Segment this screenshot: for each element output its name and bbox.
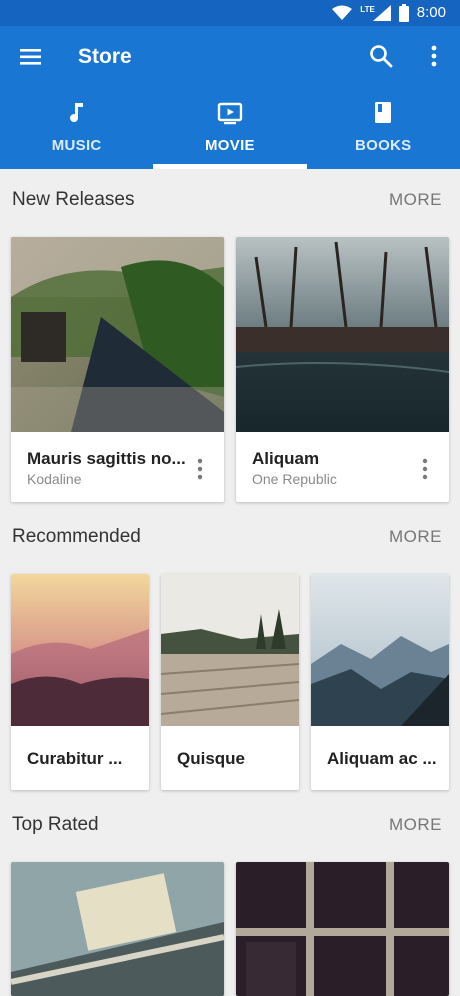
tv-play-icon — [217, 102, 243, 125]
movie-card[interactable]: Aliquam ac ... — [311, 574, 449, 790]
wooden-pier-photo — [161, 574, 299, 726]
card-subtitle: Kodaline — [27, 471, 82, 487]
misty-hills-photo — [11, 574, 149, 726]
movie-card[interactable]: Quisque — [161, 574, 299, 790]
card-title: Aliquam ac ... — [327, 749, 437, 768]
more-button[interactable]: MORE — [389, 815, 442, 835]
more-vert-icon[interactable] — [415, 457, 435, 481]
dock-photo — [236, 237, 449, 432]
tab-movie-label: MOVIE — [205, 137, 255, 154]
clock: 8:00 — [416, 4, 446, 21]
battery-icon — [398, 4, 409, 22]
more-button[interactable]: MORE — [389, 190, 442, 210]
card-title: Aliquam — [252, 449, 320, 468]
tab-music-label: MUSIC — [51, 137, 102, 154]
card-title: Curabitur ... — [27, 749, 123, 768]
tab-books-label: BOOKS — [354, 137, 412, 154]
mountains-photo — [311, 574, 449, 726]
typewriter-photo — [11, 862, 224, 996]
status-bar: LTE 8:00 — [0, 0, 460, 26]
book-icon — [375, 102, 392, 123]
movie-card[interactable]: Curabitur ... — [11, 574, 149, 790]
tab-movie[interactable]: MOVIE — [153, 95, 306, 169]
album-card[interactable]: Mauris sagittis no... Kodaline — [11, 237, 224, 502]
more-vert-icon[interactable] — [422, 43, 446, 69]
search-icon[interactable] — [368, 43, 394, 69]
tab-indicator — [153, 164, 307, 169]
new-releases-header: New Releases MORE — [0, 181, 460, 221]
album-card[interactable] — [11, 862, 224, 996]
tab-music[interactable]: MUSIC — [0, 95, 153, 169]
album-card[interactable]: Aliquam One Republic — [236, 237, 449, 502]
bench-photo — [11, 237, 224, 432]
tab-books[interactable]: BOOKS — [307, 95, 460, 169]
card-title: Mauris sagittis no... — [27, 449, 186, 468]
signal-icon — [372, 5, 391, 21]
album-card[interactable] — [236, 862, 449, 996]
card-subtitle: One Republic — [252, 471, 337, 487]
menu-icon[interactable] — [18, 44, 44, 70]
section-title: New Releases — [12, 189, 135, 210]
app-title: Store — [78, 45, 132, 68]
window-photo — [236, 862, 449, 996]
top-rated-header: Top Rated MORE — [0, 806, 460, 846]
section-title: Top Rated — [12, 814, 99, 835]
recommended-header: Recommended MORE — [0, 518, 460, 558]
more-vert-icon[interactable] — [190, 457, 210, 481]
tab-bar: MUSIC MOVIE BOOKS — [0, 95, 460, 169]
more-button[interactable]: MORE — [389, 527, 442, 547]
section-title: Recommended — [12, 526, 141, 547]
app-bar: Store MUSIC MOVIE BOOKS — [0, 26, 460, 169]
card-title: Quisque — [177, 749, 246, 768]
wifi-icon — [332, 5, 353, 20]
music-note-icon — [69, 103, 83, 123]
